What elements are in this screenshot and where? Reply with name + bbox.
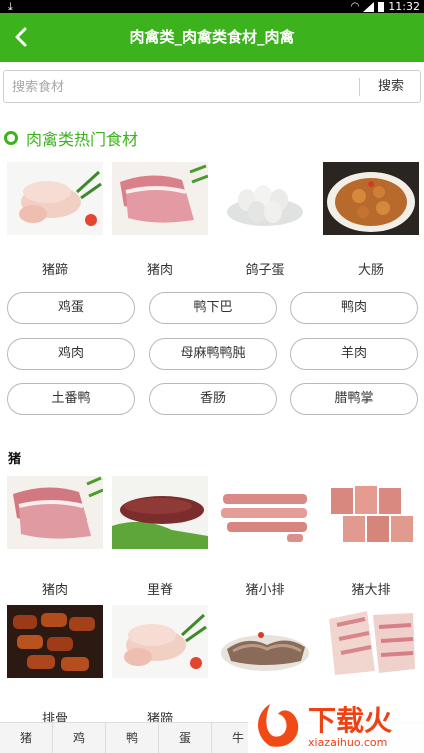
hot-section-title: 肉禽类热门食材	[4, 127, 138, 149]
tag-button[interactable]: 土番鸭	[7, 383, 135, 415]
category-item-label[interactable]: 里脊	[112, 579, 208, 598]
watermark-logo: 下载火 xiazaihuo.com	[248, 696, 424, 753]
hot-item-label[interactable]: 鸽子蛋	[217, 259, 313, 278]
tag-button[interactable]: 羊肉	[290, 338, 418, 370]
pig-ear-photo[interactable]	[217, 605, 313, 678]
pigeon-egg-photo[interactable]	[217, 162, 313, 235]
search-input[interactable]	[12, 75, 352, 99]
tag-button[interactable]: 鸡肉	[7, 338, 135, 370]
download-icon: ⤓	[8, 0, 13, 13]
tag-button[interactable]: 鸭肉	[290, 292, 418, 324]
intestine-photo[interactable]	[323, 162, 419, 235]
tab-pig[interactable]: 猪	[0, 723, 53, 753]
hot-item-label[interactable]: 猪肉	[112, 259, 208, 278]
search-bar: 搜索	[3, 70, 421, 103]
pork-photo[interactable]	[7, 476, 103, 549]
tab-chicken[interactable]: 鸡	[53, 723, 106, 753]
small-ribs-photo[interactable]	[217, 476, 313, 549]
category-title: 猪	[8, 452, 22, 467]
svg-text:xiazaihuo.com: xiazaihuo.com	[308, 736, 387, 749]
hot-item-label[interactable]: 猪蹄	[7, 259, 103, 278]
wifi-icon: ◠	[350, 1, 360, 12]
tag-button[interactable]: 鸭下巴	[149, 292, 277, 324]
tab-egg[interactable]: 蛋	[159, 723, 212, 753]
category-item-label[interactable]: 猪小排	[217, 579, 313, 598]
tag-button[interactable]: 香肠	[149, 383, 277, 415]
battery-icon	[378, 1, 385, 12]
svg-text:下载火: 下载火	[308, 704, 392, 737]
tab-duck[interactable]: 鸭	[106, 723, 159, 753]
search-button[interactable]: 搜索	[360, 71, 422, 102]
category-item-label[interactable]: 猪肉	[7, 579, 103, 598]
clock: 11:32	[388, 0, 420, 13]
tag-button[interactable]: 母麻鸭鸭肫	[149, 338, 277, 370]
braised-ribs-photo[interactable]	[7, 605, 103, 678]
tag-button[interactable]: 腊鸭掌	[290, 383, 418, 415]
big-ribs-photo[interactable]	[323, 476, 419, 549]
pig-trotter-photo[interactable]	[7, 162, 103, 235]
tag-button[interactable]: 鸡蛋	[7, 292, 135, 324]
signal-icon	[363, 1, 375, 12]
page-title: 肉禽类_肉禽类食材_肉禽	[129, 28, 295, 46]
category-item-label[interactable]: 猪大排	[323, 579, 419, 598]
pork-belly-photo[interactable]	[323, 605, 419, 678]
tenderloin-photo[interactable]	[112, 476, 208, 549]
hot-item-label[interactable]: 大肠	[323, 259, 419, 278]
pig-trotter-photo[interactable]	[112, 605, 208, 678]
status-bar: ⤓ ◠ 11:32	[0, 0, 424, 13]
pork-photo[interactable]	[112, 162, 208, 235]
app-bar: 肉禽类_肉禽类食材_肉禽	[0, 13, 424, 62]
circle-icon	[4, 131, 18, 145]
hot-section-title-text: 肉禽类热门食材	[26, 130, 139, 149]
